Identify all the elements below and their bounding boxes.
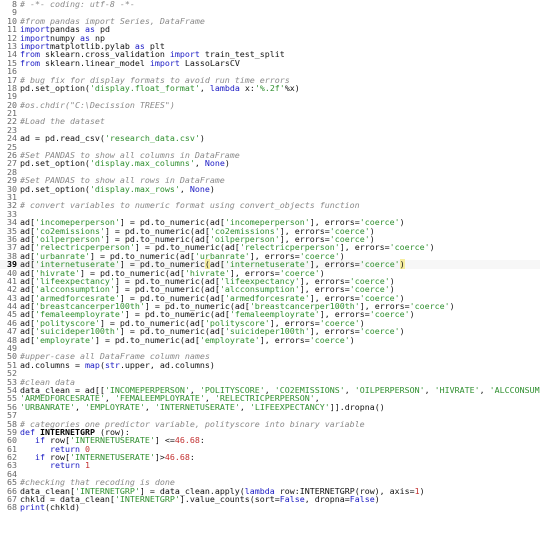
code-token: 'employrate' <box>199 334 260 345</box>
code-line[interactable]: 8 # -*- coding: utf-8 -*- <box>0 0 540 8</box>
code-token: 'LIFEEXPECTANCY' <box>249 401 330 412</box>
code-text[interactable]: #Load the dataset <box>20 117 540 125</box>
code-token: , <box>239 401 250 412</box>
code-token: None <box>204 158 225 169</box>
code-text[interactable]: 'URBANRATE', 'EMPLOYRATE', 'INTERNETUSER… <box>20 403 540 411</box>
code-token: print <box>20 502 45 513</box>
code-text[interactable]: if row['INTERNETUSERATE'] <=46.68: <box>20 436 540 444</box>
code-token: '%.2f' <box>254 82 285 93</box>
code-token: #os.chdir("C:\Decission TREES") <box>20 99 175 110</box>
code-token: 'employrate' <box>35 334 95 345</box>
code-token: pd.set_option( <box>20 183 90 194</box>
code-line[interactable]: 68 print(chkld) <box>0 502 540 513</box>
code-token: , <box>199 82 210 93</box>
code-line[interactable]: 32 # convert variables to numeric format … <box>0 201 540 210</box>
code-text[interactable]: pd.set_option('display.float_format', la… <box>20 84 540 92</box>
code-token: ad[ <box>20 334 35 345</box>
code-token: ) <box>199 133 205 144</box>
code-text[interactable]: pd.set_option('display.max_rows', None) <box>20 183 540 194</box>
code-editor[interactable]: 8 # -*- coding: utf-8 -*- 9 10 #from pandas … <box>0 0 540 552</box>
code-token: 1 <box>84 460 90 471</box>
code-token: %x) <box>284 82 300 93</box>
code-token: None <box>189 183 210 194</box>
code-token: lambda <box>209 82 240 93</box>
code-token: import <box>149 57 180 68</box>
code-token: 'EMPLOYRATE' <box>84 401 145 412</box>
code-text[interactable]: ad['employrate'] = pd.to_numeric(ad['emp… <box>20 334 540 345</box>
code-token: 'INTERNETUSERATE' <box>154 401 240 412</box>
code-text[interactable]: if row['INTERNETUSERATE']>46.68: <box>20 453 540 461</box>
code-line[interactable]: 15 from sklearn.linear_model import Lasso… <box>0 58 540 67</box>
code-text[interactable]: return 1 <box>20 461 540 469</box>
code-text[interactable]: chkld = data_clean['INTERNETGRP'].value_… <box>20 495 540 503</box>
code-token: 'display.max_rows' <box>89 183 180 194</box>
code-token: ad = pd.read_csv( <box>20 133 105 144</box>
code-line[interactable]: 27 pd.set_option('display.max_columns', N… <box>0 159 540 168</box>
code-text[interactable]: print(chkld) <box>20 503 540 511</box>
code-token: #Load the dataset <box>20 116 105 127</box>
code-text[interactable]: #os.chdir("C:\Decission TREES") <box>20 99 540 110</box>
code-token: 'display.max_columns' <box>89 158 195 169</box>
code-token: str <box>104 359 120 370</box>
code-token: # -*- coding: utf-8 -*- <box>20 0 135 9</box>
code-token: ], errors= <box>259 334 310 345</box>
code-line[interactable]: 52 <box>0 369 540 378</box>
code-line[interactable]: 56 'URBANRATE', 'EMPLOYRATE', 'INTERNETUS… <box>0 402 540 411</box>
code-token: sklearn.linear_model <box>39 57 150 68</box>
code-token: .upper, ad.columns) <box>119 359 215 370</box>
code-line[interactable]: 22 #Load the dataset <box>0 117 540 126</box>
code-token: (chkld) <box>44 502 80 513</box>
code-token: ) <box>224 158 230 169</box>
code-token: map <box>84 359 100 370</box>
code-text[interactable]: pd.set_option('display.max_columns', Non… <box>20 159 540 167</box>
code-token: ) <box>209 183 215 194</box>
line-number: 8 <box>12 0 17 9</box>
code-line[interactable]: 30 pd.set_option('display.max_rows', None… <box>0 183 540 194</box>
code-token: LassoLarsCV <box>179 57 240 68</box>
code-line[interactable]: 63 return 1 <box>0 461 540 470</box>
code-token: 'URBANRATE' <box>20 401 75 412</box>
code-text[interactable]: # convert variables to numeric format us… <box>20 201 540 209</box>
code-token: , <box>144 401 155 412</box>
code-token: ] = pd.to_numeric(ad[ <box>94 334 200 345</box>
code-text[interactable]: # -*- coding: utf-8 -*- <box>20 0 540 8</box>
code-text[interactable]: from sklearn.linear_model import LassoLa… <box>20 59 540 67</box>
code-line[interactable]: 67 chkld = data_clean['INTERNETGRP'].valu… <box>0 495 540 504</box>
code-token: return <box>49 460 80 471</box>
code-text[interactable]: ad.columns = map(str.upper, ad.columns) <box>20 361 540 369</box>
code-token: from <box>20 57 40 68</box>
code-line[interactable]: 18 pd.set_option('display.float_format', … <box>0 83 540 92</box>
code-token: 'coerce' <box>309 334 350 345</box>
code-line[interactable]: 48 ad['employrate'] = pd.to_numeric(ad['e… <box>0 334 540 345</box>
code-text[interactable]: ad = pd.read_csv('research_data.csv') <box>20 134 540 142</box>
code-token: ad.columns = <box>20 359 85 370</box>
code-token: # convert variables to numeric format us… <box>20 200 360 211</box>
code-line[interactable]: 20 #os.chdir("C:\Decission TREES") <box>0 99 540 110</box>
code-token: 'research_data.csv' <box>104 133 200 144</box>
code-line[interactable]: 51 ad.columns = map(str.upper, ad.columns… <box>0 360 540 369</box>
code-token: pd.set_option( <box>20 158 90 169</box>
code-token: x: <box>239 82 255 93</box>
code-token: , <box>74 401 85 412</box>
line-number: 68 <box>7 502 17 513</box>
code-token: pd.set_option( <box>20 82 90 93</box>
code-token: 'display.float_format' <box>89 82 200 93</box>
code-token: , <box>179 183 190 194</box>
code-token: , <box>194 158 205 169</box>
code-token: ]].dropna() <box>329 401 385 412</box>
code-token: ) <box>349 334 355 345</box>
code-line[interactable]: 24 ad = pd.read_csv('research_data.csv') <box>0 134 540 143</box>
